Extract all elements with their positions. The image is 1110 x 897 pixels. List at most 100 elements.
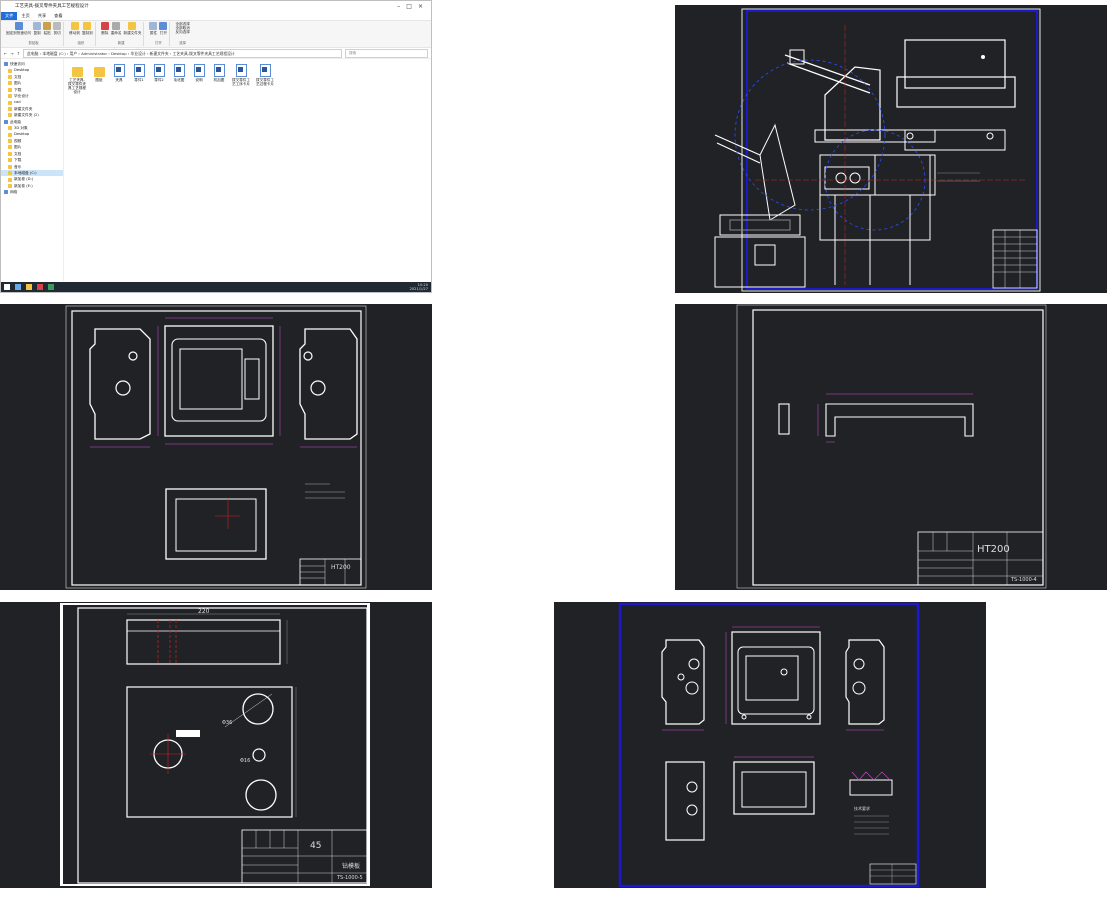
navigation-pane: 快速访问 Desktop 文档 图片 下载 毕业设计 cad 新建文件夹 新建文件夹 (2) 此电… xyxy=(1,59,64,281)
folder-icon xyxy=(93,67,105,77)
paste-button[interactable]: 粘贴 xyxy=(43,22,52,35)
explorer-taskbar-icon[interactable] xyxy=(26,284,32,290)
open-icon xyxy=(159,22,168,30)
folder-icon xyxy=(8,107,12,112)
folder-icon xyxy=(8,158,12,163)
app-taskbar-icon[interactable] xyxy=(37,284,43,290)
folder-icon xyxy=(8,177,12,182)
part-views-drawing: HT200 xyxy=(65,305,367,589)
folder-icon xyxy=(8,81,12,86)
bom-table xyxy=(992,229,1038,289)
folder-icon xyxy=(128,22,137,30)
move-icon xyxy=(70,22,79,30)
document-icon xyxy=(193,64,205,77)
file-item[interactable]: 工艺夹具-拨叉零件夹具工艺规程设计 xyxy=(68,64,86,94)
folder-icon xyxy=(8,75,12,80)
file-name: 图纸 xyxy=(95,78,103,82)
ribbon-group-select: 全部选择 全部取消 反向选择 选择 xyxy=(173,22,191,46)
file-item[interactable]: 拨叉零件工艺工序卡片 xyxy=(232,64,250,86)
app2-taskbar-icon[interactable] xyxy=(48,284,54,290)
dimension-phi: Φ36 xyxy=(222,720,232,726)
document-icon xyxy=(259,64,271,77)
file-item[interactable]: 拨叉零件工艺过程卡片 xyxy=(256,64,274,86)
rename-button[interactable]: 重命名 xyxy=(111,22,122,35)
taskbar: 10:20 2021/1/27 xyxy=(1,282,431,292)
file-explorer-window: 工艺夹具-拨叉零件夹具工艺规程设计 –□× 文件 主页 共享 查看 固定到快速访… xyxy=(0,0,432,293)
cut-button[interactable]: 剪切 xyxy=(53,22,62,35)
tab-home[interactable]: 主页 xyxy=(17,12,33,20)
tab-file[interactable]: 文件 xyxy=(1,12,18,20)
cad-panel-assembly xyxy=(675,5,1107,293)
folder-icon xyxy=(8,183,12,188)
folder-icon xyxy=(8,100,12,105)
close-icon[interactable]: × xyxy=(418,3,429,10)
ribbon-tabs: 文件 主页 共享 查看 xyxy=(1,12,431,20)
file-name: 说明 xyxy=(195,78,203,82)
part-code: TS-1000-4 xyxy=(1010,577,1037,583)
ribbon-group-label: 组织 xyxy=(77,41,85,45)
plate-drawing: HT200 TS-1000-4 xyxy=(736,304,1047,589)
forward-icon[interactable]: → xyxy=(10,51,13,56)
group-icon xyxy=(4,62,8,67)
file-name: 拨叉零件工艺过程卡片 xyxy=(256,78,274,86)
properties-button[interactable]: 属性 xyxy=(149,22,158,35)
maximize-icon[interactable]: □ xyxy=(406,3,418,10)
blank-drawing: 技术要求 xyxy=(618,602,920,888)
properties-icon xyxy=(149,22,158,30)
open-button[interactable]: 打开 xyxy=(159,22,168,35)
window-title: 工艺夹具-拨叉零件夹具工艺规程设计 xyxy=(15,4,89,9)
file-item[interactable]: 说明 xyxy=(192,64,206,82)
assembly-drawing xyxy=(714,8,1041,292)
file-name: 零件1 xyxy=(134,78,144,82)
file-item[interactable]: 夹具 xyxy=(112,64,126,82)
file-item[interactable]: 机加图 xyxy=(212,64,226,82)
ribbon-group-organize: 移动到 复制到 组织 xyxy=(67,22,96,46)
title-block xyxy=(299,558,362,586)
up-icon[interactable]: ↑ xyxy=(17,51,20,56)
rename-icon xyxy=(112,22,121,30)
file-item[interactable]: 零件2 xyxy=(152,64,166,82)
tab-share[interactable]: 共享 xyxy=(34,12,50,20)
address-bar[interactable]: 此电脑 › 本地磁盘 (C:) › 用户 › Administrator › D… xyxy=(23,48,342,58)
drill-plate-drawing: 220 Φ36 Φ16 45 钻模板 TS-1000-5 xyxy=(60,603,370,886)
folder-icon xyxy=(8,139,12,144)
folder-icon xyxy=(8,113,12,118)
folder-icon xyxy=(71,67,83,77)
delete-button[interactable]: 删除 xyxy=(100,22,109,35)
new-folder-button[interactable]: 新建文件夹 xyxy=(124,22,141,35)
file-item[interactable]: 图纸 xyxy=(92,64,106,82)
system-tray: 10:20 2021/1/27 xyxy=(410,283,431,291)
copy-icon xyxy=(33,22,42,30)
folder-icon xyxy=(8,171,12,176)
cad-panel-drill-plate: 220 Φ36 Φ16 45 钻模板 TS-1000-5 xyxy=(0,602,432,888)
material-label: 45 xyxy=(310,841,321,851)
scissors-icon xyxy=(53,22,62,30)
cad-panel-blank: 技术要求 xyxy=(554,602,986,888)
material-label: HT200 xyxy=(331,564,351,571)
ribbon-group-open: 属性 打开 打开 xyxy=(147,22,171,46)
part-code: TS-1000-5 xyxy=(336,875,363,881)
file-item[interactable]: 零件1 xyxy=(132,64,146,82)
file-item[interactable]: 毛坯图 xyxy=(172,64,186,82)
invert-selection-button[interactable]: 反向选择 xyxy=(175,30,189,34)
folder-icon xyxy=(8,94,12,99)
dimension-220: 220 xyxy=(198,608,210,615)
folder-icon xyxy=(8,68,12,73)
ribbon-group-label: 选择 xyxy=(179,41,187,45)
group-icon xyxy=(4,119,8,124)
copy-button[interactable]: 复制 xyxy=(33,22,42,35)
ribbon-group-new: 删除 重命名 新建文件夹 新建 xyxy=(99,22,145,46)
file-name: 拨叉零件工艺工序卡片 xyxy=(232,78,250,86)
nav-item[interactable]: 网络 xyxy=(1,189,63,195)
document-icon xyxy=(235,64,247,77)
back-icon[interactable]: ← xyxy=(4,51,7,56)
move-to-button[interactable]: 移动到 xyxy=(69,22,80,35)
pin-button[interactable]: 固定到快速访问 xyxy=(6,22,31,35)
search-input[interactable]: 搜索 xyxy=(345,48,428,58)
minimize-icon[interactable]: – xyxy=(397,3,406,10)
copy-to-button[interactable]: 复制到 xyxy=(82,22,93,35)
search-icon[interactable] xyxy=(15,284,21,290)
technical-notes-heading: 技术要求 xyxy=(854,805,870,811)
tab-view[interactable]: 查看 xyxy=(50,12,66,20)
start-icon[interactable] xyxy=(4,284,10,290)
